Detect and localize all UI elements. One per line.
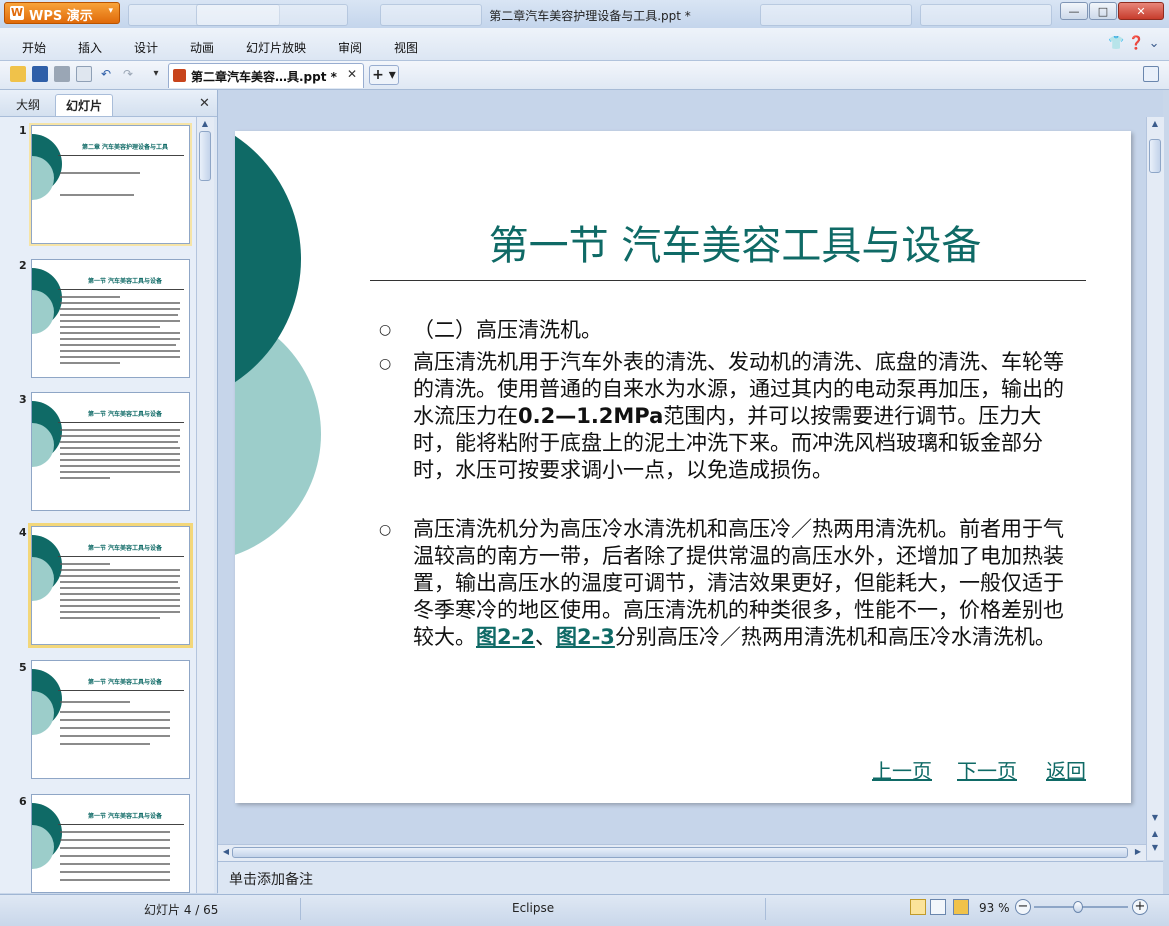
figure-link-2-2[interactable]: 图2-2 xyxy=(476,625,535,649)
scroll-thumb[interactable] xyxy=(199,131,211,181)
normal-view-icon[interactable] xyxy=(910,899,926,915)
tab-outline[interactable]: 大纲 xyxy=(6,94,50,116)
wps-logo-icon: W xyxy=(10,6,24,20)
slide-canvas[interactable]: 第一节 汽车美容工具与设备 ○ （二）高压清洗机。 ○ 高压清洗机用于汽车外表的… xyxy=(235,131,1131,803)
slide-thumbnail-2[interactable]: 第一节 汽车美容工具与设备 xyxy=(31,259,190,378)
thumbnail-title: 第一节 汽车美容工具与设备 xyxy=(87,545,163,552)
menu-home[interactable]: 开始 xyxy=(22,39,46,56)
title-divider xyxy=(370,280,1086,281)
thumbnail-number: 4 xyxy=(19,526,27,539)
zoom-in-button[interactable]: + xyxy=(1132,899,1148,915)
thumbnail-title: 第二章 汽车美容护理设备与工具 xyxy=(81,144,169,151)
bullet-text-3[interactable]: 高压清洗机分为高压冷水清洗机和高压冷／热两用清洗机。前者用于气温较高的南方一带，… xyxy=(413,516,1073,651)
open-folder-icon[interactable] xyxy=(10,66,26,82)
bullet-text-1[interactable]: （二）高压清洗机。 xyxy=(413,317,1073,344)
new-tab-button[interactable]: + ▾ xyxy=(369,65,399,85)
prev-slide-arrow-icon[interactable]: ▲ xyxy=(1149,829,1161,838)
scroll-up-arrow-icon[interactable]: ▲ xyxy=(199,119,211,128)
scroll-left-arrow-icon[interactable]: ◀ xyxy=(220,847,232,856)
thumbnail-title: 第一节 汽车美容工具与设备 xyxy=(87,278,163,285)
dropdown-arrow-icon: ▾ xyxy=(108,6,113,16)
thumbnail-title: 第一节 汽车美容工具与设备 xyxy=(87,813,163,820)
back-link[interactable]: 返回 xyxy=(1046,755,1086,784)
zoom-level: 93 % xyxy=(979,901,1010,915)
thumbnail-number: 3 xyxy=(19,393,27,406)
slide-title[interactable]: 第一节 汽车美容工具与设备 xyxy=(365,213,1105,271)
theme-name: Eclipse xyxy=(512,901,555,915)
document-tab-label: 第二章汽车美容…具.ppt * xyxy=(191,70,337,84)
next-page-link[interactable]: 下一页 xyxy=(957,755,1017,784)
close-tab-icon[interactable]: ✕ xyxy=(347,67,357,81)
slide-thumbnail-5[interactable]: 第一节 汽车美容工具与设备 xyxy=(31,660,190,779)
customize-toolbar-icon[interactable]: ▾ xyxy=(148,66,164,82)
scroll-thumb[interactable] xyxy=(1149,139,1161,173)
slide-counter: 幻灯片 4 / 65 xyxy=(144,903,219,917)
notes-placeholder[interactable]: 单击添加备注 xyxy=(229,869,313,889)
ppt-file-icon xyxy=(173,69,186,82)
figure-link-2-3[interactable]: 图2-3 xyxy=(556,625,615,649)
save-icon[interactable] xyxy=(32,66,48,82)
skin-help-icons[interactable]: 👕 ❓ ⌄ xyxy=(1108,36,1160,51)
notes-pane[interactable] xyxy=(218,861,1163,894)
thumbnail-number: 5 xyxy=(19,661,27,674)
vertical-scrollbar[interactable]: ▲ ▼ ▲ ▼ xyxy=(1146,117,1164,860)
scroll-right-arrow-icon[interactable]: ▶ xyxy=(1132,847,1144,856)
background-window-tab[interactable] xyxy=(196,4,348,26)
bullet-icon: ○ xyxy=(379,356,392,372)
thumbnail-scrollbar[interactable]: ▲ xyxy=(196,117,214,893)
slide-thumbnail-6[interactable]: 第一节 汽车美容工具与设备 xyxy=(31,794,190,893)
zoom-slider-knob[interactable] xyxy=(1073,901,1083,913)
horizontal-scrollbar[interactable]: ◀ ▶ xyxy=(218,844,1146,861)
menu-animation[interactable]: 动画 xyxy=(190,39,214,56)
prev-page-link[interactable]: 上一页 xyxy=(872,755,932,784)
close-panel-icon[interactable]: ✕ xyxy=(199,96,210,111)
print-preview-icon[interactable] xyxy=(76,66,92,82)
window-title: 第二章汽车美容护理设备与工具.ppt * xyxy=(489,9,691,23)
restore-ribbon-icon[interactable] xyxy=(1143,66,1159,82)
close-window-button[interactable]: ✕ xyxy=(1118,2,1164,20)
status-divider xyxy=(765,898,766,920)
slide-thumbnail-4-selected[interactable]: 第一节 汽车美容工具与设备 xyxy=(31,526,190,645)
menu-bar xyxy=(0,28,1169,61)
scroll-up-arrow-icon[interactable]: ▲ xyxy=(1149,119,1161,128)
scroll-thumb[interactable] xyxy=(232,847,1128,858)
print-icon[interactable] xyxy=(54,66,70,82)
wps-app-label: WPS 演示 xyxy=(29,9,93,24)
menu-view[interactable]: 视图 xyxy=(394,39,418,56)
slideshow-view-icon[interactable] xyxy=(953,899,969,915)
bullet-icon: ○ xyxy=(379,322,392,338)
thumbnail-number: 1 xyxy=(19,124,27,137)
undo-icon[interactable]: ↶ xyxy=(98,66,114,82)
scroll-down-arrow-icon[interactable]: ▼ xyxy=(1149,813,1161,822)
text-run: 、 xyxy=(534,625,556,649)
pressure-range: 0.2—1.2MPa xyxy=(518,404,664,428)
menu-insert[interactable]: 插入 xyxy=(78,39,102,56)
thumbnail-number: 2 xyxy=(19,259,27,272)
status-divider xyxy=(300,898,301,920)
menu-design[interactable]: 设计 xyxy=(134,39,158,56)
background-window-tab[interactable] xyxy=(920,4,1052,26)
background-window-tab[interactable] xyxy=(760,4,912,26)
bullet-icon: ○ xyxy=(379,522,392,538)
tab-slides[interactable]: 幻灯片 xyxy=(55,94,114,116)
bullet-text-2[interactable]: 高压清洗机用于汽车外表的清洗、发动机的清洗、底盘的清洗、车轮等的清洗。使用普通的… xyxy=(413,349,1073,484)
maximize-button[interactable]: □ xyxy=(1089,2,1117,20)
next-slide-arrow-icon[interactable]: ▼ xyxy=(1149,843,1161,852)
text-run: 分别高压冷／热两用清洗机和高压冷水清洗机。 xyxy=(614,625,1056,649)
zoom-out-button[interactable]: − xyxy=(1015,899,1031,915)
menu-review[interactable]: 审阅 xyxy=(338,39,362,56)
minimize-button[interactable]: — xyxy=(1060,2,1088,20)
document-tab[interactable]: 第二章汽车美容…具.ppt * ✕ xyxy=(168,63,364,88)
slide-sorter-view-icon[interactable] xyxy=(930,899,946,915)
redo-icon[interactable]: ↷ xyxy=(120,66,136,82)
slide-thumbnail-3[interactable]: 第一节 汽车美容工具与设备 xyxy=(31,392,190,511)
wps-app-menu-button[interactable]: W WPS 演示 ▾ xyxy=(4,2,120,24)
thumbnail-number: 6 xyxy=(19,795,27,808)
slide-thumbnail-1[interactable]: 第二章 汽车美容护理设备与工具 xyxy=(31,125,190,244)
thumbnail-title: 第一节 汽车美容工具与设备 xyxy=(87,679,163,686)
menu-slideshow[interactable]: 幻灯片放映 xyxy=(246,39,306,56)
thumbnail-title: 第一节 汽车美容工具与设备 xyxy=(87,411,163,418)
